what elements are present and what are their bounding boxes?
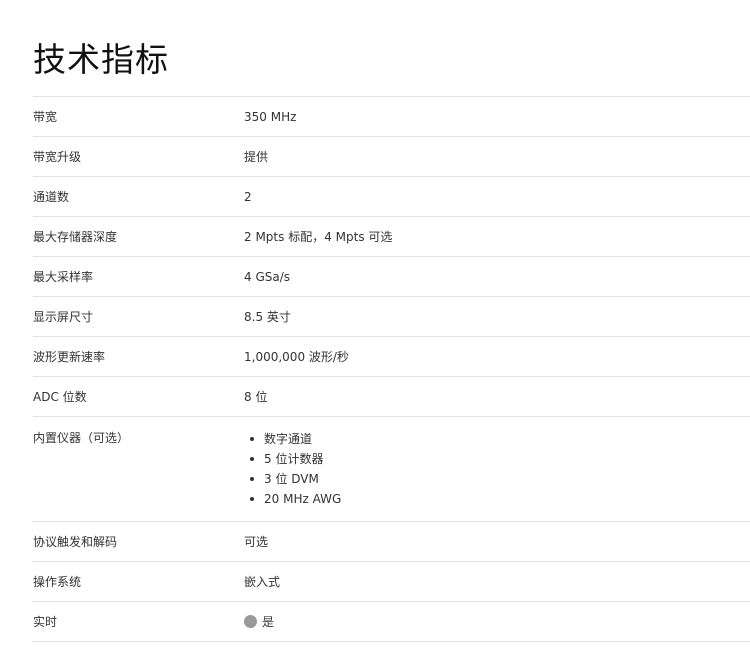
spec-label: 协议触发和解码 (33, 535, 118, 549)
spec-table: 带宽 350 MHz 带宽升级 提供 通道数 2 最大存储器深度 2 Mpts … (33, 96, 750, 642)
spec-value: 2 Mpts 标配，4 Mpts 可选 (244, 230, 393, 244)
spec-value: 8 位 (244, 390, 268, 404)
spec-row-sample-rate: 最大采样率 4 GSa/s (33, 257, 750, 297)
bullet-icon (250, 457, 254, 461)
spec-page: 技术指标 带宽 350 MHz 带宽升级 提供 通道数 2 最大存储器深度 2 … (0, 0, 750, 653)
bullet-icon (250, 497, 254, 501)
spec-label: ADC 位数 (33, 390, 87, 404)
spec-label: 实时 (33, 615, 58, 629)
bullet-icon (250, 477, 254, 481)
spec-label: 通道数 (33, 190, 70, 204)
spec-value: 可选 (244, 535, 269, 549)
spec-row-adc-bits: ADC 位数 8 位 (33, 377, 750, 417)
circle-icon (244, 615, 257, 628)
spec-label: 带宽升级 (33, 150, 82, 164)
list-item: 数字通道 (244, 429, 750, 449)
spec-row-os: 操作系统 嵌入式 (33, 562, 750, 602)
spec-value: 提供 (244, 150, 269, 164)
spec-row-bandwidth-upgrade: 带宽升级 提供 (33, 137, 750, 177)
page-title: 技术指标 (33, 40, 169, 79)
spec-row-instruments: 内置仪器（可选） 数字通道 5 位计数器 3 位 DVM 20 MHz AWG (33, 417, 750, 522)
spec-row-update-rate: 波形更新速率 1,000,000 波形/秒 (33, 337, 750, 377)
spec-value: 嵌入式 (244, 575, 281, 589)
spec-row-realtime: 实时 是 (33, 602, 750, 642)
spec-value: 350 MHz (244, 109, 297, 124)
realtime-value: 是 (262, 615, 275, 629)
instrument-list: 数字通道 5 位计数器 3 位 DVM 20 MHz AWG (244, 429, 750, 509)
spec-row-display-size: 显示屏尺寸 8.5 英寸 (33, 297, 750, 337)
spec-value: 是 (244, 613, 750, 630)
spec-label: 操作系统 (33, 575, 82, 589)
list-item: 3 位 DVM (244, 469, 750, 489)
spec-value: 8.5 英寸 (244, 310, 291, 324)
spec-label: 内置仪器（可选） (33, 431, 130, 445)
spec-row-channels: 通道数 2 (33, 177, 750, 217)
bullet-icon (250, 437, 254, 441)
list-item: 5 位计数器 (244, 449, 750, 469)
spec-value: 数字通道 5 位计数器 3 位 DVM 20 MHz AWG (244, 417, 750, 509)
spec-label: 最大采样率 (33, 270, 94, 284)
spec-row-protocol-decode: 协议触发和解码 可选 (33, 522, 750, 562)
spec-label: 带宽 (33, 110, 58, 124)
spec-row-bandwidth: 带宽 350 MHz (33, 97, 750, 137)
spec-value: 4 GSa/s (244, 269, 291, 284)
spec-value: 1,000,000 波形/秒 (244, 350, 349, 364)
spec-row-memory-depth: 最大存储器深度 2 Mpts 标配，4 Mpts 可选 (33, 217, 750, 257)
list-item: 20 MHz AWG (244, 489, 750, 509)
spec-label: 波形更新速率 (33, 350, 106, 364)
spec-value: 2 (244, 189, 252, 204)
spec-label: 显示屏尺寸 (33, 310, 94, 324)
spec-label: 最大存储器深度 (33, 230, 118, 244)
